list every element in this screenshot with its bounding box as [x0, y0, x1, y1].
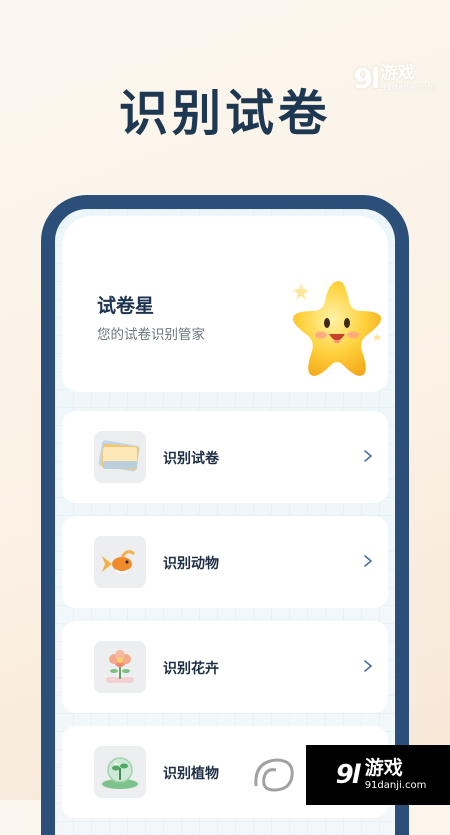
swirl-logo-icon	[254, 758, 294, 792]
menu-item-label: 识别试卷	[163, 451, 219, 467]
chevron-right-icon	[364, 660, 373, 672]
menu-item-animal[interactable]: 识别动物	[62, 516, 388, 608]
bottom-watermark: 9l 游戏 91danji.com	[306, 745, 450, 805]
watermark-brand: 游戏	[364, 757, 403, 779]
flower-icon	[94, 641, 146, 693]
hero-card: 试卷星 您的试卷识别管家	[62, 216, 388, 392]
goldfish-icon	[94, 536, 146, 588]
page-title: 识别试卷	[118, 85, 331, 142]
menu-item-paper[interactable]: 识别试卷	[62, 411, 388, 503]
phone-frame: 试卷星 您的试卷识别管家 识别试卷 识别动物 识别花卉 识别植物	[41, 195, 409, 835]
paper-stack-icon	[94, 431, 146, 483]
chevron-right-icon	[364, 555, 373, 567]
plant-globe-icon	[94, 746, 146, 798]
hero-subtitle: 您的试卷识别管家	[97, 327, 205, 343]
menu-item-label: 识别植物	[163, 766, 219, 782]
menu-item-flower[interactable]: 识别花卉	[62, 621, 388, 713]
chevron-right-icon	[364, 450, 373, 462]
watermark-domain: 91danji.com	[364, 780, 427, 791]
star-mascot-icon	[287, 271, 387, 381]
watermark-number: 9l	[335, 760, 361, 790]
hero-title: 试卷星	[97, 295, 155, 317]
menu-item-label: 识别花卉	[163, 661, 219, 677]
menu-item-label: 识别动物	[163, 556, 219, 572]
